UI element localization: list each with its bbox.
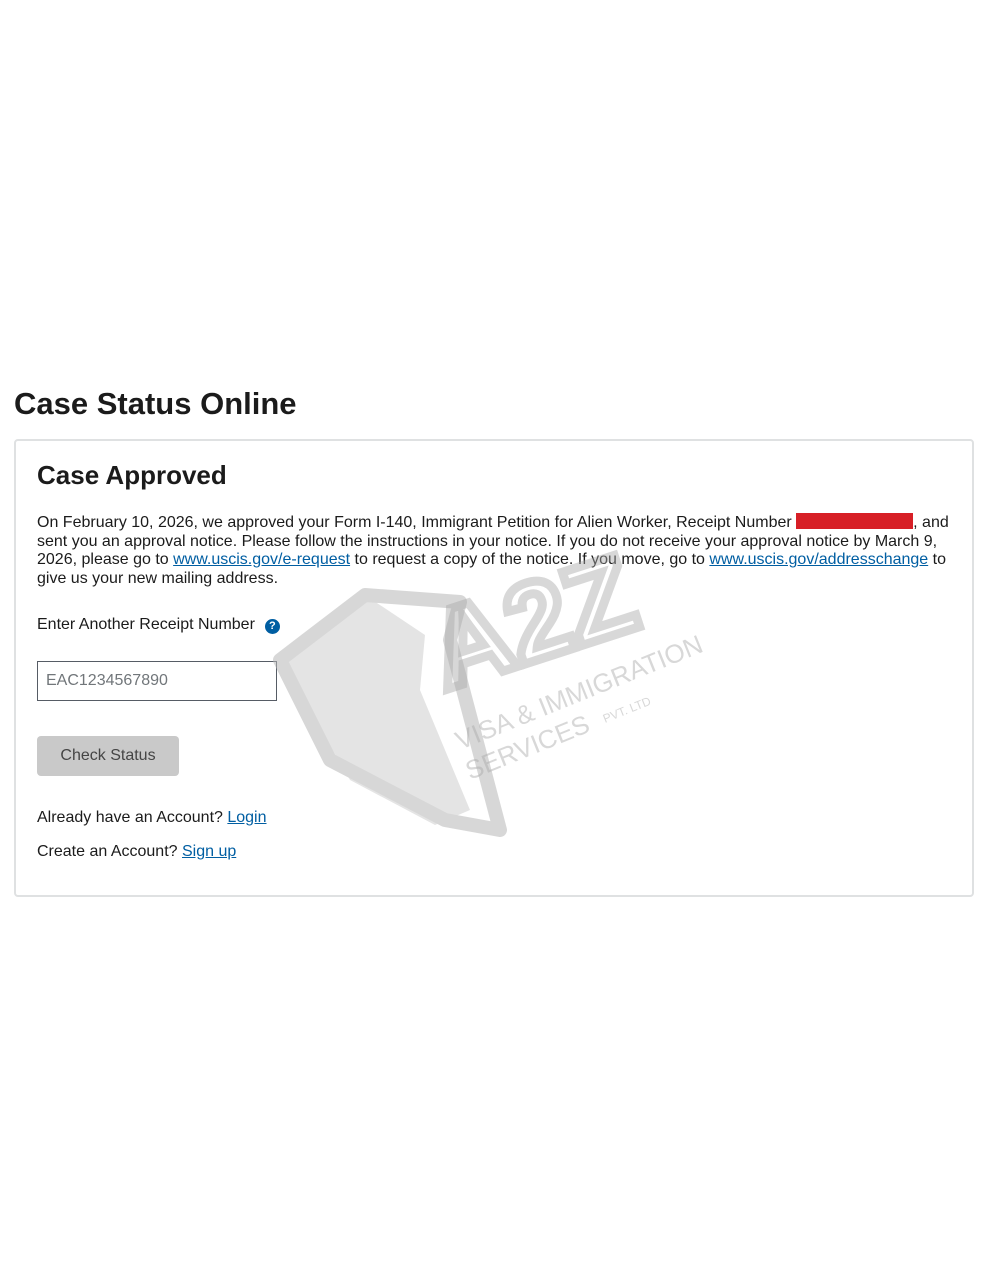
page-title: Case Status Online xyxy=(14,386,297,421)
signup-link[interactable]: Sign up xyxy=(182,843,236,860)
login-link[interactable]: Login xyxy=(227,809,266,826)
e-request-link[interactable]: www.uscis.gov/e-request xyxy=(173,551,350,568)
signup-row: Create an Account? Sign up xyxy=(37,843,236,861)
case-status-card: Case Approved On February 10, 2026, we a… xyxy=(14,439,974,897)
help-icon[interactable]: ? xyxy=(264,618,280,634)
address-change-link[interactable]: www.uscis.gov/addresschange xyxy=(709,551,928,568)
signup-prompt: Create an Account? xyxy=(37,843,178,860)
receipt-number-label: Enter Another Receipt Number xyxy=(37,616,255,633)
receipt-number-input[interactable] xyxy=(37,661,277,701)
status-text-part3: to request a copy of the notice. If you … xyxy=(350,551,710,568)
check-status-button[interactable]: Check Status xyxy=(37,736,179,776)
redacted-receipt-number xyxy=(796,513,914,529)
case-status-heading: Case Approved xyxy=(37,460,227,490)
case-status-description: On February 10, 2026, we approved your F… xyxy=(37,513,962,588)
receipt-number-label-row: Enter Another Receipt Number ? xyxy=(37,616,280,634)
login-row: Already have an Account? Login xyxy=(37,809,267,827)
login-prompt: Already have an Account? xyxy=(37,809,223,826)
status-text-part1: On February 10, 2026, we approved your F… xyxy=(37,514,797,531)
